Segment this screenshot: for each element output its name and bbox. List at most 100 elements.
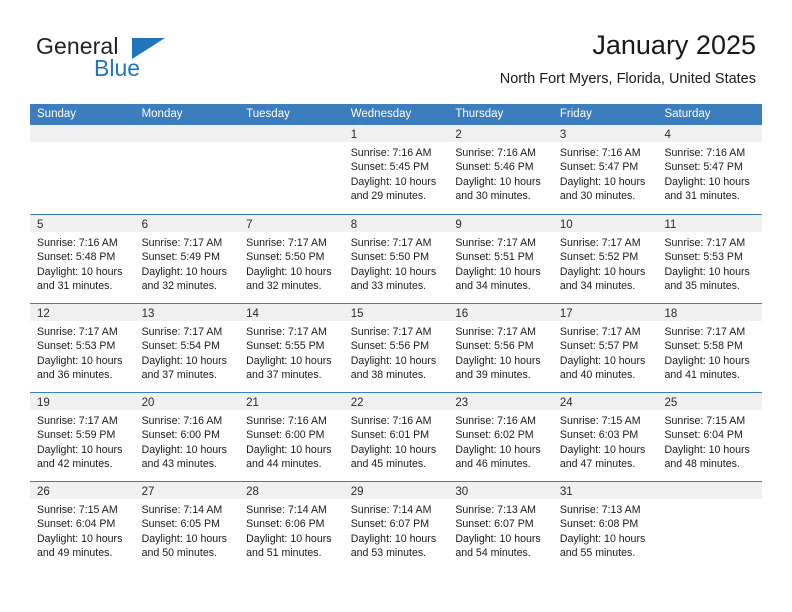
day-number-band: 10 (552, 215, 658, 232)
day-number-band: 4 (657, 125, 763, 142)
weekday-header-sunday: Sunday (37, 108, 77, 120)
day-details: Sunrise: 7:15 AM Sunset: 6:04 PM Daylight:… (657, 410, 762, 471)
day-cell[interactable]: 31 Sunrise: 7:13 AM Sunset: 6:08 PM Dayligh… (552, 482, 658, 570)
day-details: Sunrise: 7:16 AM Sunset: 5:45 PM Daylight:… (344, 142, 449, 203)
sunrise-line: Sunrise: 7:16 AM (559, 147, 641, 159)
day-details: Sunrise: 7:13 AM Sunset: 6:07 PM Daylight:… (448, 499, 553, 560)
day-cell[interactable]: 15 Sunrise: 7:17 AM Sunset: 5:56 PM Dayligh… (343, 304, 449, 392)
day-cell[interactable]: 28 Sunrise: 7:14 AM Sunset: 6:06 PM Dayligh… (239, 482, 344, 570)
day-cell[interactable]: 21 Sunrise: 7:16 AM Sunset: 6:00 PM Dayligh… (239, 393, 344, 481)
day-details: Sunrise: 7:17 AM Sunset: 5:55 PM Daylight:… (239, 321, 344, 382)
day-number: 23 (455, 397, 469, 409)
sunset-line: Sunset: 6:00 PM (141, 429, 220, 442)
page-title: January 2025 (592, 30, 756, 60)
day-cell[interactable]: 3 Sunrise: 7:16 AM Sunset: 5:47 PM Daylight… (552, 125, 658, 214)
day-details (30, 142, 135, 146)
day-cell[interactable]: 11 Sunrise: 7:17 AM Sunset: 5:53 PM Dayligh… (657, 215, 763, 303)
day-cell[interactable]: 1 Sunrise: 7:16 AM Sunset: 5:45 PM Daylight… (343, 125, 449, 214)
daylight-line-2: and 38 minutes. (350, 368, 427, 381)
sunrise-line: Sunrise: 7:17 AM (455, 237, 536, 249)
day-cell[interactable]: 23 Sunrise: 7:16 AM Sunset: 6:02 PM Dayligh… (448, 393, 553, 481)
sunset-line: Sunset: 6:00 PM (246, 429, 325, 442)
day-number: 15 (350, 308, 364, 320)
day-number: 18 (664, 308, 678, 320)
day-number: 16 (455, 308, 469, 320)
sunrise-line: Sunrise: 7:16 AM (246, 415, 327, 427)
day-details: Sunrise: 7:16 AM Sunset: 5:46 PM Daylight:… (448, 142, 553, 203)
sunset-line: Sunset: 5:46 PM (455, 161, 534, 174)
day-cell[interactable]: 16 Sunrise: 7:17 AM Sunset: 5:56 PM Dayligh… (448, 304, 553, 392)
daylight-line-2: and 36 minutes. (37, 368, 113, 381)
daylight-line-1: Daylight: 10 hours (559, 443, 646, 456)
day-number: 2 (455, 129, 462, 141)
day-cell[interactable]: 17 Sunrise: 7:17 AM Sunset: 5:57 PM Dayligh… (552, 304, 658, 392)
day-cell[interactable]: 19 Sunrise: 7:17 AM Sunset: 5:59 PM Dayligh… (30, 393, 135, 481)
sunset-line: Sunset: 5:47 PM (559, 161, 639, 174)
day-cell[interactable]: 25 Sunrise: 7:15 AM Sunset: 6:04 PM Dayligh… (657, 393, 763, 481)
daylight-line-1: Daylight: 10 hours (455, 532, 541, 545)
daylight-line-1: Daylight: 10 hours (559, 532, 646, 545)
daylight-line-1: Daylight: 10 hours (141, 532, 227, 545)
daylight-line-1: Daylight: 10 hours (246, 265, 332, 278)
sunrise-line: Sunrise: 7:16 AM (455, 147, 536, 159)
day-number: 21 (246, 397, 259, 409)
day-cell[interactable]: 26 Sunrise: 7:15 AM Sunset: 6:04 PM Dayligh… (30, 482, 135, 570)
day-number-band (239, 125, 344, 142)
weekday-header-monday: Monday (141, 108, 183, 120)
sunrise-line: Sunrise: 7:17 AM (350, 237, 432, 249)
day-cell[interactable]: 30 Sunrise: 7:13 AM Sunset: 6:07 PM Dayligh… (448, 482, 553, 570)
daylight-line-1: Daylight: 10 hours (246, 443, 332, 456)
day-details: Sunrise: 7:15 AM Sunset: 6:03 PM Daylight:… (553, 410, 658, 471)
day-number-band: 18 (657, 304, 763, 321)
sunset-line: Sunset: 5:59 PM (37, 429, 116, 442)
day-cell[interactable]: 4 Sunrise: 7:16 AM Sunset: 5:47 PM Daylight… (657, 125, 763, 214)
day-number: 19 (37, 397, 50, 409)
day-cell[interactable]: 27 Sunrise: 7:14 AM Sunset: 6:05 PM Dayligh… (134, 482, 240, 570)
general-blue-logo[interactable]: General Blue (36, 33, 216, 85)
day-cell[interactable]: 5 Sunrise: 7:16 AM Sunset: 5:48 PM Daylight… (30, 215, 135, 303)
sunset-line: Sunset: 6:04 PM (37, 518, 116, 531)
day-number-band: 14 (239, 304, 344, 321)
weekday-header-tuesday: Tuesday (246, 108, 290, 120)
day-cell[interactable]: 14 Sunrise: 7:17 AM Sunset: 5:55 PM Dayligh… (239, 304, 344, 392)
day-number: 13 (141, 308, 155, 320)
day-cell[interactable]: 22 Sunrise: 7:16 AM Sunset: 6:01 PM Dayligh… (343, 393, 449, 481)
day-number: 26 (37, 486, 50, 498)
day-cell[interactable]: 20 Sunrise: 7:16 AM Sunset: 6:00 PM Dayligh… (134, 393, 240, 481)
sunrise-line: Sunrise: 7:13 AM (455, 504, 536, 516)
day-cell[interactable]: 29 Sunrise: 7:14 AM Sunset: 6:07 PM Dayligh… (343, 482, 449, 570)
daylight-line-1: Daylight: 10 hours (559, 265, 646, 278)
day-cell[interactable]: 24 Sunrise: 7:15 AM Sunset: 6:03 PM Dayligh… (552, 393, 658, 481)
day-cell[interactable]: 2 Sunrise: 7:16 AM Sunset: 5:46 PM Daylight… (448, 125, 553, 214)
day-details (239, 142, 344, 146)
daylight-line-1: Daylight: 10 hours (455, 175, 541, 188)
daylight-line-2: and 32 minutes. (141, 279, 217, 292)
weekday-header-saturday: Saturday (664, 108, 711, 120)
day-cell[interactable]: 12 Sunrise: 7:17 AM Sunset: 5:53 PM Dayligh… (30, 304, 135, 392)
day-cell[interactable]: 9 Sunrise: 7:17 AM Sunset: 5:51 PM Daylight… (448, 215, 553, 303)
day-cell[interactable]: 18 Sunrise: 7:17 AM Sunset: 5:58 PM Dayligh… (657, 304, 763, 392)
sunrise-line: Sunrise: 7:15 AM (664, 415, 746, 427)
sunset-line: Sunset: 5:48 PM (37, 251, 116, 264)
day-number: 14 (246, 308, 259, 320)
sunset-line: Sunset: 6:03 PM (559, 429, 639, 442)
day-cell[interactable]: 7 Sunrise: 7:17 AM Sunset: 5:50 PM Daylight… (239, 215, 344, 303)
sunrise-line: Sunrise: 7:17 AM (559, 237, 641, 249)
day-number: 4 (664, 129, 671, 141)
daylight-line-1: Daylight: 10 hours (350, 532, 437, 545)
day-details: Sunrise: 7:16 AM Sunset: 6:00 PM Daylight:… (239, 410, 344, 471)
day-cell-empty (657, 482, 763, 570)
day-number-band: 1 (343, 125, 449, 142)
day-cell[interactable]: 13 Sunrise: 7:17 AM Sunset: 5:54 PM Dayligh… (134, 304, 240, 392)
day-number-band: 3 (552, 125, 658, 142)
sunset-line: Sunset: 5:54 PM (141, 340, 220, 353)
day-cell[interactable]: 10 Sunrise: 7:17 AM Sunset: 5:52 PM Dayligh… (552, 215, 658, 303)
sunrise-line: Sunrise: 7:17 AM (664, 326, 746, 338)
day-cell-empty (134, 125, 240, 214)
day-number-band: 25 (657, 393, 763, 410)
daylight-line-1: Daylight: 10 hours (350, 265, 437, 278)
daylight-line-1: Daylight: 10 hours (37, 443, 123, 456)
day-cell[interactable]: 6 Sunrise: 7:17 AM Sunset: 5:49 PM Daylight… (134, 215, 240, 303)
day-cell[interactable]: 8 Sunrise: 7:17 AM Sunset: 5:50 PM Daylight… (343, 215, 449, 303)
daylight-line-2: and 45 minutes. (350, 457, 427, 470)
